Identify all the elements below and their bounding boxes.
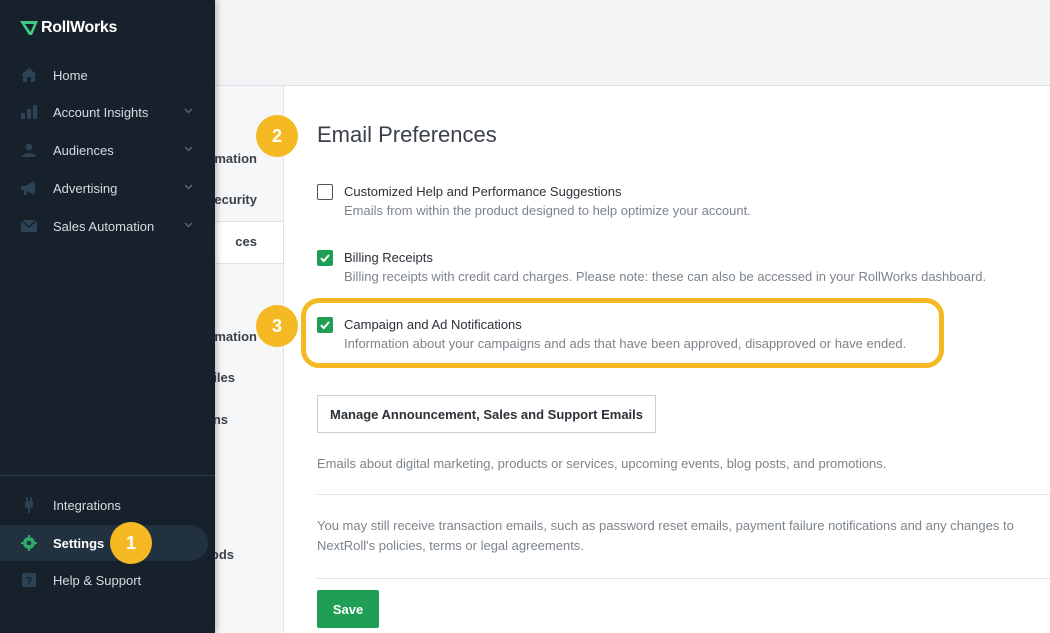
svg-text:?: ? xyxy=(26,576,33,588)
step-badge-2: 2 xyxy=(256,115,298,157)
sidebar-item-label: Integrations xyxy=(53,497,121,513)
settings-subnav: mation Security ces mation iles ns ods xyxy=(206,86,284,633)
people-icon xyxy=(22,143,36,157)
chevron-down-icon xyxy=(184,108,193,114)
sidebar-item-label: Home xyxy=(53,67,88,83)
brand-logo[interactable]: RollWorks xyxy=(20,19,117,37)
sidebar-item-audiences[interactable]: Audiences xyxy=(0,132,215,168)
save-button[interactable]: Save xyxy=(317,590,379,628)
question-icon: ? xyxy=(22,573,36,588)
brand-name: RollWorks xyxy=(41,19,118,36)
mail-icon xyxy=(20,219,38,232)
sidebar: RollWorks Home Account Insights Audience… xyxy=(0,0,215,633)
sidebar-item-advertising[interactable]: Advertising xyxy=(0,170,215,206)
sidebar-item-label: Sales Automation xyxy=(53,218,155,234)
check-icon xyxy=(320,321,330,330)
pref-description: Billing receipts with credit card charge… xyxy=(344,269,987,284)
pref-description: Information about your campaigns and ads… xyxy=(344,336,907,351)
pref-label: Billing Receipts xyxy=(344,250,433,265)
chevron-down-icon xyxy=(184,184,193,190)
divider xyxy=(317,494,1050,495)
checkbox-billing-receipts[interactable] xyxy=(317,250,333,266)
top-header-band xyxy=(215,0,1050,86)
transaction-email-note: You may still receive transaction emails… xyxy=(317,518,1014,553)
sidebar-item-help[interactable]: ? Help & Support xyxy=(0,562,215,598)
home-icon xyxy=(21,68,37,82)
pref-label: Customized Help and Performance Suggesti… xyxy=(344,184,622,199)
chevron-down-icon xyxy=(184,146,193,152)
sidebar-item-label: Settings xyxy=(53,535,105,551)
manage-emails-button[interactable]: Manage Announcement, Sales and Support E… xyxy=(317,395,656,433)
pref-description: Emails from within the product designed … xyxy=(344,203,751,218)
chevron-down-icon xyxy=(184,222,193,228)
megaphone-icon xyxy=(21,181,35,195)
checkbox-customized-help[interactable] xyxy=(317,184,333,200)
checkbox-campaign-notifications[interactable] xyxy=(317,317,333,333)
subnav-item-5[interactable]: ns xyxy=(213,412,228,427)
page-title: Email Preferences xyxy=(317,122,497,147)
pref-label: Campaign and Ad Notifications xyxy=(344,317,522,332)
subnav-item-preferences[interactable]: ces xyxy=(235,234,257,249)
sidebar-item-label: Advertising xyxy=(53,180,118,196)
check-icon xyxy=(320,254,330,263)
highlight-frame xyxy=(301,298,944,368)
sidebar-item-integrations[interactable]: Integrations xyxy=(0,487,215,523)
subnav-item-3[interactable]: mation xyxy=(214,329,257,344)
subnav-item-0[interactable]: mation xyxy=(214,151,257,166)
divider xyxy=(317,578,1050,579)
sidebar-item-settings[interactable]: Settings xyxy=(0,525,208,561)
plug-icon xyxy=(25,497,33,513)
sidebar-item-home[interactable]: Home xyxy=(0,57,215,93)
sidebar-item-label: Audiences xyxy=(53,142,114,158)
sidebar-item-label: Help & Support xyxy=(53,572,142,588)
step-badge-3: 3 xyxy=(256,305,298,347)
sidebar-divider xyxy=(0,475,215,476)
sidebar-item-sales-automation[interactable]: Sales Automation xyxy=(0,208,215,244)
sidebar-item-label: Account Insights xyxy=(53,104,149,120)
main-panel: Email Preferences Customized Help and Pe… xyxy=(284,86,1050,633)
manage-emails-description: Emails about digital marketing, products… xyxy=(317,456,887,471)
rollworks-logo-icon xyxy=(20,21,38,35)
gear-icon xyxy=(21,535,37,551)
subnav-item-4[interactable]: iles xyxy=(213,370,235,385)
step-badge-1: 1 xyxy=(110,522,152,564)
chart-icon xyxy=(21,105,37,119)
sidebar-item-account-insights[interactable]: Account Insights xyxy=(0,94,215,130)
